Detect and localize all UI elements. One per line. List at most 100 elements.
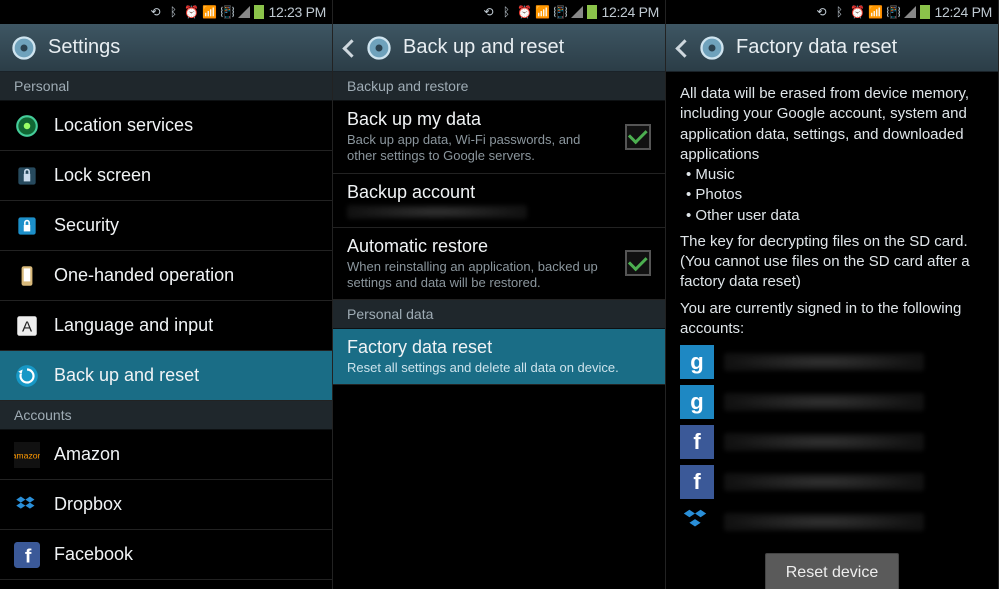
redacted-account	[724, 393, 924, 411]
status-bar: ⟲ ᛒ ⏰ 📶 📳 12:24 PM	[333, 0, 665, 24]
bullet-label: Music	[695, 166, 734, 183]
item-facebook[interactable]: f Facebook	[0, 530, 332, 580]
account-row-google-1: g	[680, 345, 984, 379]
wifi-icon: 📶	[868, 5, 882, 19]
screen-factory-reset: ⟲ ᛒ ⏰ 📶 📳 12:24 PM Factory data reset Al…	[666, 0, 999, 589]
battery-icon	[587, 5, 597, 19]
facebook-icon: f	[14, 542, 40, 568]
section-accounts: Accounts	[0, 401, 332, 430]
item-sub: When reinstalling an application, backed…	[347, 259, 611, 292]
item-security[interactable]: Security	[0, 201, 332, 251]
item-label: Factory data reset	[347, 337, 651, 358]
item-location-services[interactable]: Location services	[0, 101, 332, 151]
svg-text:f: f	[25, 545, 32, 567]
reset-sdkey: The key for decrypting files on the SD c…	[680, 232, 984, 293]
status-time: 12:23 PM	[268, 4, 326, 20]
item-language-input[interactable]: A Language and input	[0, 301, 332, 351]
svg-text:A: A	[22, 318, 33, 335]
reset-content: All data will be erased from device memo…	[666, 72, 998, 589]
page-title: Factory data reset	[736, 36, 897, 59]
item-backup-account[interactable]: Backup account	[333, 174, 665, 228]
redacted-account	[347, 205, 527, 219]
bullet-music: • Music	[680, 165, 984, 185]
checkbox-backup-my-data[interactable]	[625, 124, 651, 150]
section-personal: Personal	[0, 72, 332, 101]
item-backup-reset[interactable]: Back up and reset	[0, 351, 332, 401]
gear-icon	[10, 34, 38, 62]
reset-device-button[interactable]: Reset device	[765, 553, 900, 589]
status-bar: ⟲ ᛒ ⏰ 📶 📳 12:23 PM	[0, 0, 332, 24]
signal-icon	[238, 6, 250, 18]
dropbox-icon	[14, 492, 40, 518]
item-one-handed[interactable]: One-handed operation	[0, 251, 332, 301]
bluetooth-icon: ᛒ	[832, 5, 846, 19]
sync-icon: ⟲	[814, 5, 828, 19]
battery-icon	[254, 5, 264, 19]
section-backup-restore: Backup and restore	[333, 72, 665, 101]
bullet-label: Photos	[695, 186, 742, 203]
status-time: 12:24 PM	[934, 4, 992, 20]
vibrate-icon: 📳	[220, 5, 234, 19]
alarm-icon: ⏰	[517, 5, 531, 19]
header[interactable]: Back up and reset	[333, 24, 665, 72]
bluetooth-icon: ᛒ	[166, 5, 180, 19]
account-row-google-2: g	[680, 385, 984, 419]
item-label: Facebook	[54, 544, 318, 565]
item-factory-data-reset[interactable]: Factory data reset Reset all settings an…	[333, 329, 665, 385]
item-label: Back up and reset	[54, 365, 318, 386]
reset-signed-in: You are currently signed in to the follo…	[680, 299, 984, 340]
gear-icon	[698, 34, 726, 62]
page-title: Settings	[48, 36, 120, 59]
google-icon: g	[680, 385, 714, 419]
bullet-other: • Other user data	[680, 206, 984, 226]
item-label: Back up my data	[347, 109, 611, 130]
alarm-icon: ⏰	[850, 5, 864, 19]
facebook-icon: f	[680, 465, 714, 499]
checkbox-automatic-restore[interactable]	[625, 250, 651, 276]
gear-icon	[365, 34, 393, 62]
battery-icon	[920, 5, 930, 19]
reset-intro: All data will be erased from device memo…	[680, 84, 984, 165]
item-label: Automatic restore	[347, 236, 611, 257]
redacted-account	[724, 473, 924, 491]
back-icon[interactable]	[343, 38, 355, 58]
bluetooth-icon: ᛒ	[499, 5, 513, 19]
screen-settings: ⟲ ᛒ ⏰ 📶 📳 12:23 PM Settings Personal Loc…	[0, 0, 333, 589]
item-label: Dropbox	[54, 494, 318, 515]
lock-icon	[14, 163, 40, 189]
back-icon[interactable]	[676, 38, 688, 58]
amazon-icon: amazon	[14, 442, 40, 468]
sync-icon: ⟲	[481, 5, 495, 19]
item-dropbox[interactable]: Dropbox	[0, 480, 332, 530]
alarm-icon: ⏰	[184, 5, 198, 19]
item-automatic-restore[interactable]: Automatic restore When reinstalling an a…	[333, 228, 665, 301]
signal-icon	[904, 6, 916, 18]
location-icon	[14, 113, 40, 139]
one-hand-icon	[14, 263, 40, 289]
language-icon: A	[14, 313, 40, 339]
item-sub: Back up app data, Wi-Fi passwords, and o…	[347, 132, 611, 165]
vibrate-icon: 📳	[886, 5, 900, 19]
sync-icon: ⟲	[148, 5, 162, 19]
account-row-facebook-2: f	[680, 465, 984, 499]
redacted-account	[724, 433, 924, 451]
bullet-label: Other user data	[695, 207, 799, 224]
item-label: Backup account	[347, 182, 651, 203]
signal-icon	[571, 6, 583, 18]
item-amazon[interactable]: amazon Amazon	[0, 430, 332, 480]
account-row-facebook-1: f	[680, 425, 984, 459]
wifi-icon: 📶	[535, 5, 549, 19]
google-icon: g	[680, 345, 714, 379]
status-time: 12:24 PM	[601, 4, 659, 20]
screen-backup-reset: ⟲ ᛒ ⏰ 📶 📳 12:24 PM Back up and reset Bac…	[333, 0, 666, 589]
vibrate-icon: 📳	[553, 5, 567, 19]
wifi-icon: 📶	[202, 5, 216, 19]
header[interactable]: Factory data reset	[666, 24, 998, 72]
redacted-account	[724, 353, 924, 371]
item-label: Language and input	[54, 315, 318, 336]
item-backup-my-data[interactable]: Back up my data Back up app data, Wi-Fi …	[333, 101, 665, 174]
item-lock-screen[interactable]: Lock screen	[0, 151, 332, 201]
item-label: One-handed operation	[54, 265, 318, 286]
bullet-photos: • Photos	[680, 185, 984, 205]
item-label: Amazon	[54, 444, 318, 465]
